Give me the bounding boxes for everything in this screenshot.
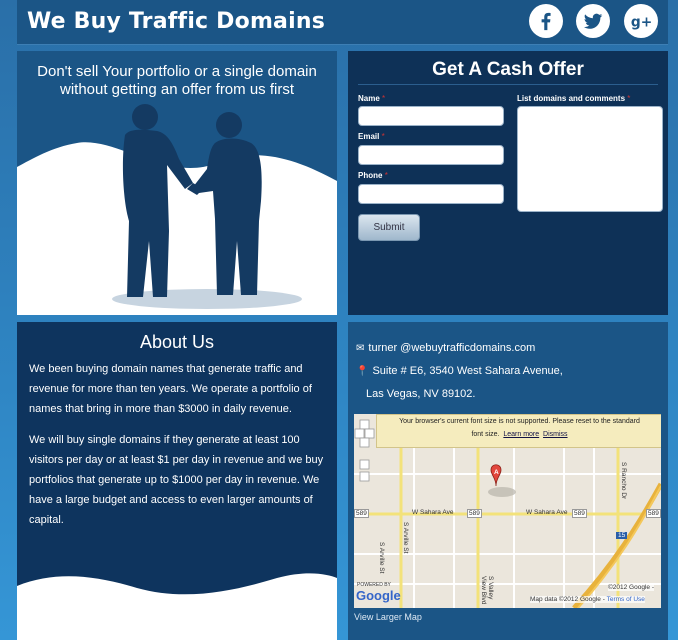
street-label-arville-2: S Arville St xyxy=(378,542,385,574)
name-label-text: Name xyxy=(358,94,380,103)
freeway-shield: 15 xyxy=(616,532,628,539)
name-label: Name * xyxy=(358,94,385,103)
email-label: Email * xyxy=(358,132,385,141)
about-section: About Us We been buying domain names tha… xyxy=(17,322,337,640)
required-mark: * xyxy=(382,94,386,103)
about-paragraph-2: We will buy single domains if they gener… xyxy=(29,434,324,526)
contact-email[interactable]: turner @webuytrafficdomains.com xyxy=(368,342,535,354)
required-mark: * xyxy=(381,132,385,141)
route-shield-3: 589 xyxy=(572,509,587,518)
contact-address-1: Suite # E6, 3540 West Sahara Avenue, xyxy=(372,365,563,377)
street-label-rancho: S Rancho Dr xyxy=(620,462,627,500)
route-shield-1: 589 xyxy=(354,509,369,518)
decorative-wave xyxy=(17,573,337,640)
terms-of-use-link[interactable]: Terms of Use xyxy=(607,596,645,603)
hero-banner: Don't sell Your portfolio or a single do… xyxy=(17,51,337,315)
contact-address-2: Las Vegas, NV 89102. xyxy=(366,388,476,400)
learn-more-link[interactable]: Learn more xyxy=(503,431,539,438)
site-header: We Buy Traffic Domains g+ xyxy=(17,0,668,45)
google-plus-icon[interactable]: g+ xyxy=(624,4,658,38)
map-notice-text: font size. xyxy=(471,431,500,438)
divider xyxy=(358,84,658,85)
map-data-text: Map data ©2012 Google - xyxy=(530,596,605,603)
map-font-notice: Your browser's current font size is not … xyxy=(376,414,661,448)
email-field[interactable] xyxy=(358,145,504,165)
submit-button[interactable]: Submit xyxy=(358,214,420,241)
envelope-icon: ✉ xyxy=(356,343,365,354)
svg-text:g+: g+ xyxy=(631,15,652,31)
phone-field[interactable] xyxy=(358,184,504,204)
hero-line-2: without getting an offer from us first xyxy=(59,81,294,98)
cash-offer-form: Get A Cash Offer Name * Email * Phone * … xyxy=(348,51,668,315)
phone-label-text: Phone xyxy=(358,171,383,180)
map-notice-line-1: Your browser's current font size is not … xyxy=(399,418,640,425)
street-label-sahara: W Sahara Ave xyxy=(412,509,454,516)
street-label-valley-view: S Valley View Blvd xyxy=(480,576,494,605)
email-label-text: Email xyxy=(358,132,380,141)
map-pin-icon: 📍 xyxy=(356,366,369,377)
site-title[interactable]: We Buy Traffic Domains xyxy=(27,9,325,34)
phone-label: Phone * xyxy=(358,171,388,180)
domains-label-text: List domains and comments xyxy=(517,94,626,103)
map-notice-line-2: font size. Learn more Dismiss xyxy=(377,428,661,441)
hero-tagline: Don't sell Your portfolio or a single do… xyxy=(17,63,337,99)
street-label-arville: S Arville St xyxy=(402,522,409,554)
name-field[interactable] xyxy=(358,106,504,126)
route-shield-2: 589 xyxy=(467,509,482,518)
embedded-map[interactable]: Your browser's current font size is not … xyxy=(354,414,661,608)
route-shield-4: 589 xyxy=(646,509,661,518)
contact-section: ✉ turner @webuytrafficdomains.com 📍 Suite … xyxy=(348,322,668,640)
email-line: ✉ turner @webuytrafficdomains.com xyxy=(356,342,535,354)
form-title: Get A Cash Offer xyxy=(432,59,584,80)
map-marker-letter[interactable]: A xyxy=(494,469,499,476)
dismiss-link[interactable]: Dismiss xyxy=(543,431,568,438)
required-mark: * xyxy=(627,94,631,103)
map-copyright: ©2012 Google - xyxy=(608,584,654,591)
map-data-credit: Map data ©2012 Google - Terms of Use xyxy=(530,596,645,603)
hero-line-1: Don't sell Your portfolio or a single do… xyxy=(37,63,317,80)
view-larger-map-link[interactable]: View Larger Map xyxy=(354,612,422,622)
about-title: About Us xyxy=(139,332,215,352)
domains-label: List domains and comments * xyxy=(517,94,630,103)
address-line-1: 📍 Suite # E6, 3540 West Sahara Avenue, xyxy=(356,365,563,377)
required-mark: * xyxy=(384,171,388,180)
facebook-icon[interactable] xyxy=(529,4,563,38)
google-logo[interactable]: Google xyxy=(356,588,401,603)
about-paragraph-1: We been buying domain names that generat… xyxy=(29,363,312,415)
twitter-icon[interactable] xyxy=(576,4,610,38)
domains-textarea[interactable] xyxy=(517,106,663,212)
street-label-sahara-2: W Sahara Ave xyxy=(526,509,568,516)
